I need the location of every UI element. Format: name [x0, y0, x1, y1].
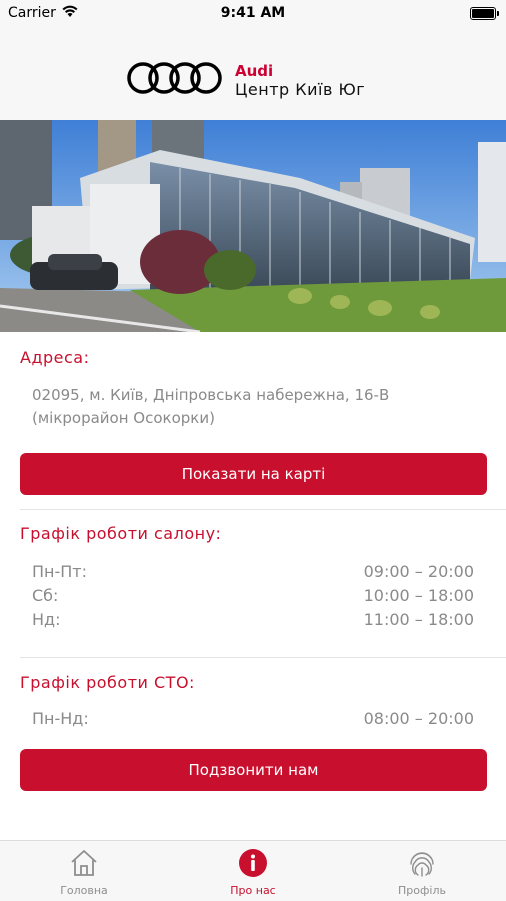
divider: [20, 657, 506, 658]
header: Audi Центр Київ Юг: [0, 28, 506, 120]
tab-profile-label: Профіль: [398, 884, 446, 897]
hours-day: Пн-Нд:: [32, 709, 89, 728]
home-icon: [71, 850, 97, 876]
brand-name: Audi: [235, 62, 274, 80]
tab-profile[interactable]: Профіль: [338, 841, 506, 901]
hours-time: 08:00 – 20:00: [363, 709, 474, 728]
showroom-hours-title: Графік роботи салону:: [20, 524, 222, 543]
status-bar: Carrier 9:41 AM: [0, 0, 506, 28]
info-icon: [239, 849, 267, 877]
hours-time: 10:00 – 18:00: [363, 586, 474, 605]
address-title: Адреса:: [20, 348, 90, 367]
call-us-button[interactable]: Подзвонити нам: [20, 749, 487, 791]
show-on-map-button[interactable]: Показати на карті: [20, 453, 487, 495]
audi-rings-logo: [127, 62, 222, 94]
hours-row: Пн-Пт: 09:00 – 20:00: [32, 562, 474, 584]
tab-bar: Головна Про нас Профіль: [0, 840, 506, 901]
hours-day: Сб:: [32, 586, 59, 605]
hours-day: Пн-Пт:: [32, 562, 88, 581]
hours-time: 11:00 – 18:00: [363, 610, 474, 629]
tab-home-label: Головна: [60, 884, 108, 897]
address-line-2: (мікрорайон Осокорки): [32, 409, 215, 427]
tab-home[interactable]: Головна: [0, 841, 168, 901]
hours-row: Нд: 11:00 – 18:00: [32, 610, 474, 632]
dealer-name: Центр Київ Юг: [235, 80, 366, 99]
tab-about-label: Про нас: [230, 884, 276, 897]
address-line-1: 02095, м. Київ, Дніпровська набережна, 1…: [32, 386, 390, 404]
hours-time: 09:00 – 20:00: [363, 562, 474, 581]
hours-row: Сб: 10:00 – 18:00: [32, 586, 474, 608]
fingerprint-icon: [410, 852, 434, 877]
tab-about[interactable]: Про нас: [169, 841, 337, 901]
service-hours-title: Графік роботи СТО:: [20, 673, 195, 692]
battery-icon: [470, 7, 499, 20]
clock: 9:41 AM: [220, 5, 286, 21]
hours-day: Нд:: [32, 610, 61, 629]
address-text: 02095, м. Київ, Дніпровська набережна, 1…: [32, 384, 482, 430]
dealership-photo: [0, 120, 506, 332]
hours-row: Пн-Нд: 08:00 – 20:00: [32, 709, 474, 731]
divider: [20, 509, 506, 510]
